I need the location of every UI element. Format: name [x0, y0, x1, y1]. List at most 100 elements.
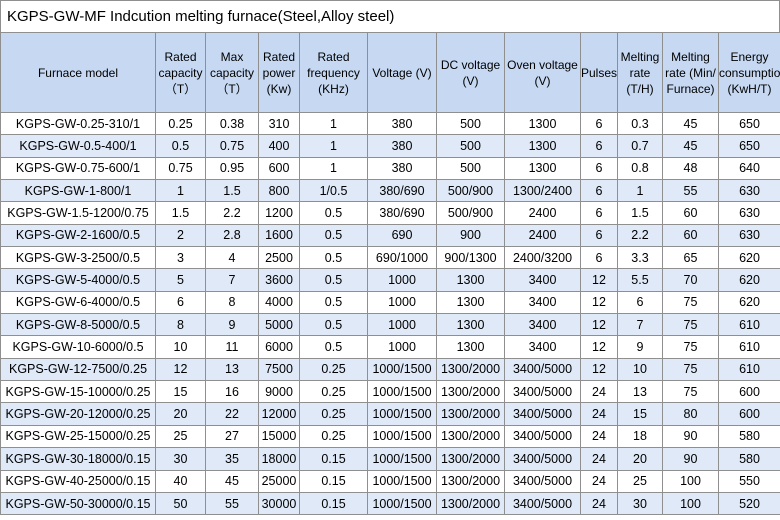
header-max-capacity: Max capacity （T）: [205, 32, 259, 113]
table-row: KGPS-GW-1.5-1200/0.75 1.5 2.2 1200 0.5 380/69…: [0, 201, 780, 225]
table-row: KGPS-GW-30-18000/0.15 30 35 18000 0.15 1000/1…: [0, 447, 780, 471]
cell-max-capacity: 27: [205, 424, 259, 449]
cell-oven-voltage: 1300: [504, 134, 581, 158]
table-row: KGPS-GW-1-800/1 1 1.5 800 1/0.5 380/690 500/90…: [0, 179, 780, 203]
cell-pulses: 12: [580, 290, 618, 315]
table-row: KGPS-GW-25-15000/0.25 25 27 15000 0.25 1000/1…: [0, 424, 780, 449]
cell-energy-consumption: 610: [718, 357, 780, 382]
cell-oven-voltage: 2400: [504, 223, 581, 248]
table-row: KGPS-GW-6-4000/0.5 6 8 4000 0.5 1000 1300 3400 1…: [0, 290, 780, 315]
cell-rated-power: 4000: [258, 290, 300, 315]
cell-oven-voltage: 3400/5000: [504, 491, 581, 516]
cell-energy-consumption: 640: [718, 156, 780, 181]
cell-melting-rate-th: 10: [617, 357, 663, 382]
cell-energy-consumption: 620: [718, 268, 780, 292]
cell-model: KGPS-GW-20-12000/0.25: [0, 402, 156, 426]
cell-model: KGPS-GW-50-30000/0.15: [0, 491, 156, 516]
cell-rated-capacity: 15: [155, 380, 206, 404]
cell-max-capacity: 55: [205, 491, 259, 516]
table-title: KGPS-GW-MF Indcution melting furnace(Ste…: [0, 0, 780, 32]
cell-voltage: 380: [367, 111, 437, 136]
cell-model: KGPS-GW-2-1600/0.5: [0, 223, 156, 248]
cell-model: KGPS-GW-40-25000/0.15: [0, 469, 156, 493]
cell-pulses: 6: [580, 179, 618, 203]
cell-melting-rate-th: 1.5: [617, 201, 663, 225]
cell-dc-voltage: 1300: [436, 313, 505, 337]
cell-rated-power: 800: [258, 179, 300, 203]
cell-melting-rate-th: 0.7: [617, 134, 663, 158]
cell-melting-rate-min: 90: [662, 424, 719, 449]
table-row: KGPS-GW-20-12000/0.25 20 22 12000 0.25 1000/1…: [0, 402, 780, 426]
table-row: KGPS-GW-0.25-310/1 0.25 0.38 310 1 380 500 1300…: [0, 111, 780, 136]
cell-rated-frequency: 0.25: [299, 357, 368, 382]
cell-energy-consumption: 520: [718, 491, 780, 516]
cell-melting-rate-th: 20: [617, 447, 663, 471]
cell-rated-frequency: 0.25: [299, 424, 368, 449]
table-row: KGPS-GW-2-1600/0.5 2 2.8 1600 0.5 690 900 2400 6…: [0, 223, 780, 248]
cell-pulses: 6: [580, 223, 618, 248]
cell-rated-frequency: 0.15: [299, 469, 368, 493]
cell-rated-frequency: 0.25: [299, 402, 368, 426]
cell-max-capacity: 2.2: [205, 201, 259, 225]
cell-rated-frequency: 0.5: [299, 246, 368, 270]
cell-voltage: 1000/1500: [367, 469, 437, 493]
cell-rated-capacity: 0.25: [155, 111, 206, 136]
cell-rated-power: 600: [258, 156, 300, 181]
cell-pulses: 24: [580, 402, 618, 426]
cell-energy-consumption: 550: [718, 469, 780, 493]
header-pulses: Pulses: [580, 32, 618, 113]
cell-melting-rate-min: 70: [662, 268, 719, 292]
cell-energy-consumption: 600: [718, 402, 780, 426]
cell-rated-frequency: 0.5: [299, 313, 368, 337]
cell-model: KGPS-GW-12-7500/0.25: [0, 357, 156, 382]
cell-oven-voltage: 3400/5000: [504, 469, 581, 493]
cell-voltage: 1000: [367, 335, 437, 359]
cell-model: KGPS-GW-0.25-310/1: [0, 111, 156, 136]
cell-rated-capacity: 2: [155, 223, 206, 248]
cell-melting-rate-min: 90: [662, 447, 719, 471]
table-row: KGPS-GW-8-5000/0.5 8 9 5000 0.5 1000 1300 3400 1…: [0, 313, 780, 337]
cell-rated-capacity: 50: [155, 491, 206, 516]
cell-melting-rate-th: 9: [617, 335, 663, 359]
cell-rated-power: 3600: [258, 268, 300, 292]
cell-melting-rate-th: 30: [617, 491, 663, 516]
header-voltage: Voltage (V): [367, 32, 437, 113]
table-row: KGPS-GW-0.75-600/1 0.75 0.95 600 1 380 500 1300…: [0, 156, 780, 181]
cell-melting-rate-th: 15: [617, 402, 663, 426]
cell-max-capacity: 7: [205, 268, 259, 292]
cell-melting-rate-th: 1: [617, 179, 663, 203]
cell-energy-consumption: 650: [718, 111, 780, 136]
cell-rated-capacity: 12: [155, 357, 206, 382]
cell-dc-voltage: 1300: [436, 290, 505, 315]
cell-rated-capacity: 0.5: [155, 134, 206, 158]
cell-melting-rate-th: 2.2: [617, 223, 663, 248]
cell-energy-consumption: 620: [718, 290, 780, 315]
cell-pulses: 24: [580, 469, 618, 493]
cell-voltage: 380/690: [367, 179, 437, 203]
cell-rated-power: 15000: [258, 424, 300, 449]
cell-voltage: 1000: [367, 313, 437, 337]
cell-energy-consumption: 650: [718, 134, 780, 158]
cell-max-capacity: 11: [205, 335, 259, 359]
cell-energy-consumption: 610: [718, 313, 780, 337]
cell-voltage: 1000/1500: [367, 424, 437, 449]
cell-rated-frequency: 1/0.5: [299, 179, 368, 203]
cell-rated-power: 25000: [258, 469, 300, 493]
cell-pulses: 12: [580, 313, 618, 337]
cell-melting-rate-min: 100: [662, 491, 719, 516]
table-row: KGPS-GW-10-6000/0.5 10 11 6000 0.5 1000 1300 34…: [0, 335, 780, 359]
cell-energy-consumption: 630: [718, 179, 780, 203]
header-rated-capacity: Rated capacity （T）: [155, 32, 206, 113]
cell-max-capacity: 22: [205, 402, 259, 426]
header-rated-power: Rated power (Kw): [258, 32, 300, 113]
cell-melting-rate-th: 7: [617, 313, 663, 337]
cell-rated-power: 12000: [258, 402, 300, 426]
cell-dc-voltage: 1300/2000: [436, 469, 505, 493]
cell-max-capacity: 16: [205, 380, 259, 404]
cell-rated-frequency: 0.25: [299, 380, 368, 404]
cell-melting-rate-min: 60: [662, 223, 719, 248]
cell-model: KGPS-GW-0.5-400/1: [0, 134, 156, 158]
cell-model: KGPS-GW-25-15000/0.25: [0, 424, 156, 449]
cell-melting-rate-min: 55: [662, 179, 719, 203]
table-row: KGPS-GW-15-10000/0.25 15 16 9000 0.25 1000/15…: [0, 380, 780, 404]
